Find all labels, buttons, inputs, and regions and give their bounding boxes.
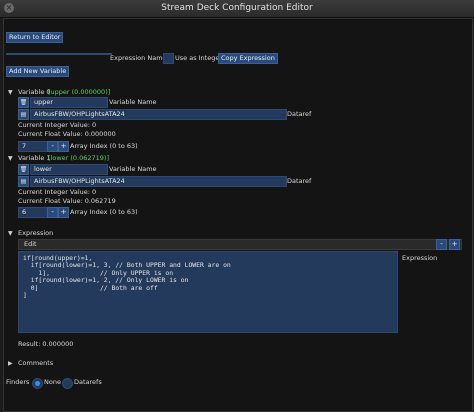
expression-result: Result: 0.000000 <box>18 340 74 348</box>
variable-1-name-input[interactable]: lower <box>30 164 108 175</box>
variable-1-float-value: Current Float Value: 0.062719 <box>18 197 116 205</box>
expression-font-decrease[interactable]: - <box>436 239 447 250</box>
edit-tab[interactable]: Edit <box>24 240 37 249</box>
file-icon[interactable]: ▤ <box>18 176 29 187</box>
variable-0-int-value: Current Integer Value: 0 <box>18 121 97 129</box>
finder-datarefs-label: Datarefs <box>74 378 102 386</box>
variable-1-index-input[interactable]: 6 <box>18 207 50 218</box>
expression-code-editor[interactable]: if[round(upper)=1, if[round(lower)=1, 3,… <box>18 251 398 333</box>
variable-1-index-label: Array Index (0 to 63) <box>70 208 138 216</box>
variable-0-header[interactable]: Variable 0 <box>18 88 51 97</box>
variable-1-tag: [lower (0.062719)] <box>48 154 109 162</box>
expression-name-input[interactable] <box>6 53 112 55</box>
expression-name-label: Expression Name <box>110 54 167 62</box>
finder-datarefs-radio[interactable] <box>62 378 73 389</box>
variable-1-index-decrement[interactable]: - <box>47 207 58 218</box>
variable-1-dataref-label: Dataref <box>287 177 312 185</box>
triangle-down-icon[interactable]: ▼ <box>8 89 13 96</box>
triangle-right-icon[interactable]: ▶ <box>8 360 13 367</box>
title-bar: × Stream Deck Configuration Editor <box>0 0 474 18</box>
variable-0-index-increment[interactable]: + <box>58 141 69 152</box>
variable-1-dataref-input[interactable]: AirbusFBW/OHPLightsATA24 <box>30 176 287 187</box>
triangle-down-icon[interactable]: ▼ <box>8 155 13 162</box>
trash-icon[interactable]: 🗑 <box>18 164 29 175</box>
expression-header[interactable]: Expression <box>18 229 53 238</box>
variable-0-name-input[interactable]: upper <box>30 97 108 108</box>
variable-0-name-label: Variable Name <box>109 98 157 106</box>
file-icon[interactable]: ▤ <box>18 109 29 120</box>
use-as-integer-label: Use as Integer <box>175 54 223 62</box>
add-new-variable-button[interactable]: Add New Variable <box>6 66 70 77</box>
variable-0-dataref-input[interactable]: AirbusFBW/OHPLightsATA24 <box>30 109 287 120</box>
editor-tab-bar: Edit <box>18 239 462 250</box>
comments-header[interactable]: Comments <box>18 359 53 368</box>
variable-0-dataref-label: Dataref <box>287 110 312 118</box>
finder-none-radio[interactable] <box>32 378 43 389</box>
return-to-editor-button[interactable]: Return to Editor <box>6 32 64 43</box>
expression-side-label: Expression <box>402 254 438 262</box>
variable-1-header[interactable]: Variable 1 <box>18 154 51 163</box>
variable-0-index-input[interactable]: 7 <box>18 141 50 152</box>
expression-font-increase[interactable]: + <box>449 239 460 250</box>
copy-expression-button[interactable]: Copy Expression <box>218 53 278 64</box>
finders-label: Finders <box>6 378 30 386</box>
variable-0-index-decrement[interactable]: - <box>47 141 58 152</box>
finder-none-label: None <box>44 378 61 386</box>
variable-1-index-increment[interactable]: + <box>58 207 69 218</box>
trash-icon[interactable]: 🗑 <box>18 97 29 108</box>
variable-1-name-label: Variable Name <box>109 165 157 173</box>
use-as-integer-checkbox[interactable] <box>163 53 174 64</box>
window-title: Stream Deck Configuration Editor <box>161 3 313 13</box>
variable-0-tag: [upper (0.000000)] <box>48 88 111 96</box>
variable-0-index-label: Array Index (0 to 63) <box>70 142 138 150</box>
variable-1-int-value: Current Integer Value: 0 <box>18 188 97 196</box>
triangle-down-icon[interactable]: ▼ <box>8 230 13 237</box>
variable-0-float-value: Current Float Value: 0.000000 <box>18 130 116 138</box>
